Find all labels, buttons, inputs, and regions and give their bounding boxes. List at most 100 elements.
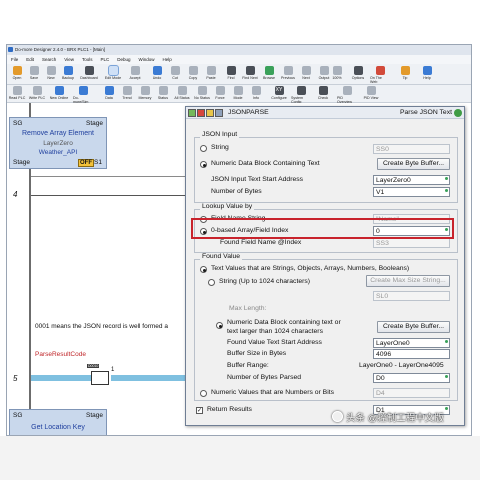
create-byte-buffer-button[interactable]: Create Byte Buffer...	[377, 158, 450, 170]
toolbar-backup-button[interactable]: Backup	[58, 66, 78, 80]
backup-icon	[63, 66, 73, 75]
found-field-name-label: Found Field Name @Index	[220, 239, 302, 246]
found-string-field[interactable]: SL0	[373, 291, 450, 301]
menu-search[interactable]: Search	[42, 55, 56, 64]
instr1-stage-label: Stage	[86, 120, 103, 127]
toolbar-web-button[interactable]: On The Web	[370, 66, 390, 84]
toolbar-next-button[interactable]: Next	[296, 66, 316, 80]
menu-view[interactable]: View	[64, 55, 74, 64]
toolbar-zoom-select[interactable]: 100%	[327, 66, 347, 80]
instr1-subtitle2: Weather_API	[38, 149, 78, 156]
bytes-parsed-field[interactable]: D0	[373, 373, 450, 383]
found-create-byte-buffer-button[interactable]: Create Byte Buffer...	[377, 321, 450, 333]
toolbar-data-button[interactable]: Data	[99, 86, 119, 100]
toolbar-options-button[interactable]: Options	[348, 66, 368, 80]
pin-icon[interactable]	[454, 109, 462, 117]
help-icon	[422, 66, 432, 75]
create-max-size-string-button[interactable]: Create Max Size String...	[366, 275, 450, 287]
dialog-titlebar: JSONPARSE Parse JSON Text	[186, 107, 464, 119]
toolbar-help-button[interactable]: Help	[417, 66, 437, 80]
toolbar-all-status-button[interactable]: All Status	[172, 86, 192, 100]
pid-overview-icon	[342, 86, 352, 95]
toolbar-status-button[interactable]: Status	[153, 86, 173, 100]
toolbar-paste-button[interactable]: Paste	[201, 66, 221, 80]
start-address-field[interactable]: LayerZero0	[373, 175, 450, 185]
main-toolbar: Open Save New Backup Dashboard Edit Mode…	[7, 64, 471, 85]
force-icon	[215, 86, 225, 95]
toolbar-edit-mode-button[interactable]: Edit Mode	[103, 65, 123, 80]
valid-dot-icon	[445, 375, 448, 378]
buffer-size-field[interactable]: 4096	[373, 349, 450, 359]
toolbar-read-plc-button[interactable]: Read PLC	[7, 86, 27, 100]
number-of-bytes-label: Number of Bytes	[211, 188, 262, 195]
binoculars-icon	[226, 66, 236, 75]
text-values-radio[interactable]	[200, 266, 207, 273]
power-flow-right	[111, 375, 191, 381]
numeric-text-radio[interactable]	[216, 322, 223, 329]
clear-icon[interactable]	[206, 109, 214, 117]
return-results-label: Return Results	[207, 406, 252, 413]
contact-address: D0010	[87, 364, 100, 368]
get-location-key-instruction[interactable]: SG Stage Get Location Key	[9, 409, 107, 435]
numeric-block-label: Numeric Data Block Containing Text	[211, 160, 320, 167]
menu-help[interactable]: Help	[163, 55, 172, 64]
menu-file[interactable]: File	[11, 55, 18, 64]
help-icon[interactable]	[215, 109, 223, 117]
toolbar-system-config-button[interactable]: System Config	[291, 86, 311, 104]
found-field-name-field[interactable]: SS3	[373, 238, 450, 248]
lightbulb-icon	[400, 66, 410, 75]
find-next-icon	[245, 66, 255, 75]
toolbar-force-button[interactable]: Force	[210, 86, 230, 100]
toolbar-trend-button[interactable]: Trend	[117, 86, 137, 100]
string-field[interactable]: SS0	[373, 144, 450, 154]
toolbar-accept-button[interactable]: Accept	[125, 66, 145, 80]
toolbar-find-button[interactable]: Find	[221, 66, 241, 80]
toolbar-undo-button[interactable]: Undo	[147, 66, 167, 80]
power-flow-left	[31, 375, 91, 381]
number-of-bytes-field[interactable]: V1	[373, 187, 450, 197]
toolbar-cut-button[interactable]: Cut	[165, 66, 185, 80]
toolbar-write-plc-button[interactable]: Write PLC	[27, 86, 47, 100]
numeric-text-label: Numeric Data Block containing text or	[227, 319, 341, 326]
remove-array-element-instruction[interactable]: SG Stage Remove Array Element LayerZero …	[9, 117, 107, 169]
toolbar-mode-button[interactable]: Mode	[228, 86, 248, 100]
toolbar-sim-button[interactable]: Do-more/Sim	[73, 86, 93, 104]
parse-result-tag: ParseResultCode	[35, 351, 86, 358]
toolbar-dashboard-button[interactable]: Dashboard	[79, 66, 99, 80]
menu-debug[interactable]: Debug	[117, 55, 130, 64]
memory-icon	[140, 86, 150, 95]
toolbar-find-next-button[interactable]: Find Next	[240, 66, 260, 80]
found-start-field[interactable]: LayerOne0	[373, 338, 450, 348]
mode-icon	[233, 86, 243, 95]
toolbar-check-button[interactable]: Check	[313, 86, 333, 100]
accept-icon[interactable]	[188, 109, 196, 117]
return-results-checkbox[interactable]: ✓	[196, 407, 203, 414]
numeric-block-radio[interactable]	[200, 161, 207, 168]
toolbar-configure-button[interactable]: XY Configure	[269, 86, 289, 100]
secondary-toolbar: Read PLC Write PLC New Online Do-more/Si…	[7, 85, 471, 104]
toolbar-info-button[interactable]: Info	[246, 86, 266, 100]
cancel-icon[interactable]	[197, 109, 205, 117]
toolbar-browse-button[interactable]: Browse	[259, 66, 279, 80]
string-radio[interactable]	[200, 145, 207, 152]
menu-edit[interactable]: Edit	[26, 55, 34, 64]
menu-plc[interactable]: PLC	[101, 55, 110, 64]
numeric-values-radio[interactable]	[200, 390, 207, 397]
menu-tools[interactable]: Tools	[82, 55, 93, 64]
instr2-title: Get Location Key	[31, 424, 85, 431]
toolbar-pid-overview-button[interactable]: PID Overview	[337, 86, 357, 104]
toolbar-tip-button[interactable]: Tip	[395, 66, 415, 80]
toolbar-no-status-button[interactable]: No Status	[192, 86, 212, 100]
toolbar-previous-button[interactable]: Previous	[278, 66, 298, 80]
menu-window[interactable]: Window	[139, 55, 155, 64]
toolbar-pid-view-button[interactable]: PID View	[361, 86, 381, 100]
info-icon	[251, 86, 261, 95]
toolbar-new-online-button[interactable]: New Online	[49, 86, 69, 100]
toolbar-copy-button[interactable]: Copy	[183, 66, 203, 80]
compare-contact[interactable]	[91, 371, 109, 385]
toolbar-memory-button[interactable]: Memory	[135, 86, 155, 100]
numeric-values-field[interactable]: D4	[373, 388, 450, 398]
instr1-title: Remove Array Element	[22, 130, 94, 137]
read-plc-icon	[12, 86, 22, 95]
string-1024-radio[interactable]	[208, 279, 215, 286]
